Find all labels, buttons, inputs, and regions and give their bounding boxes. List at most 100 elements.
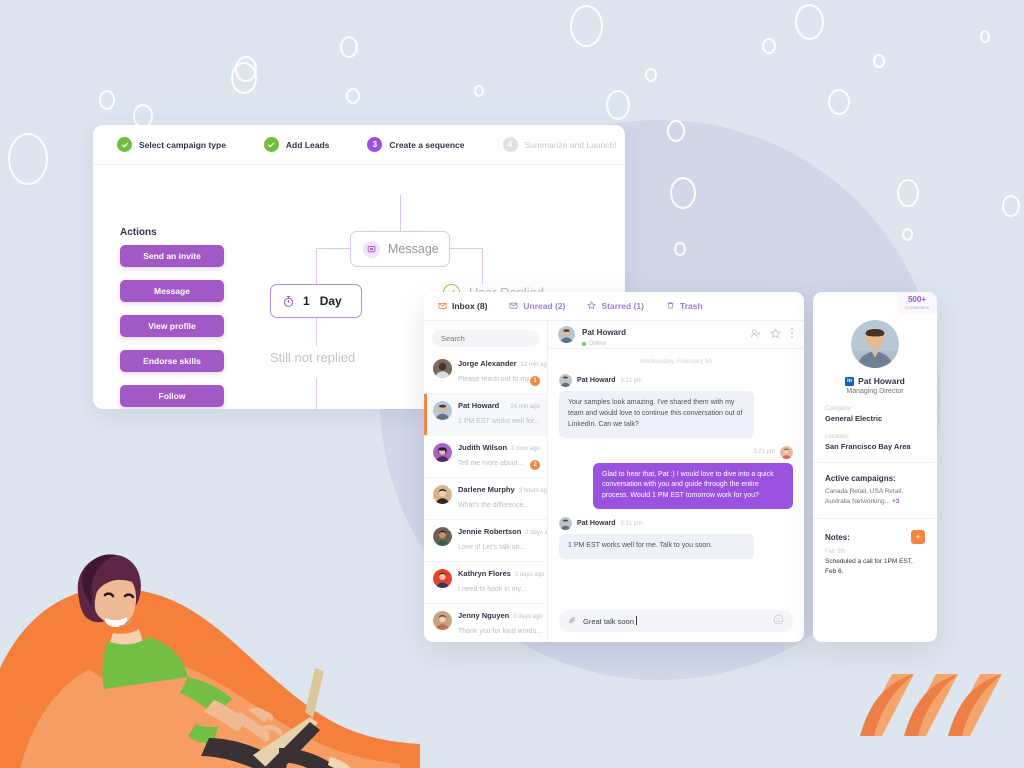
paperclip-icon[interactable] xyxy=(568,612,577,630)
avatar xyxy=(559,374,572,387)
list-item-main: Jorge Alexander 12 min ago Please reach … xyxy=(458,359,547,386)
message-meta: Pat Howard 3:21 pm xyxy=(559,517,793,531)
chat-header-status-label: Online xyxy=(589,341,607,347)
inbox-icon xyxy=(438,297,447,315)
envelope-icon xyxy=(509,297,518,315)
avatar xyxy=(433,359,452,378)
tab-unread[interactable]: Unread (2) xyxy=(509,297,565,315)
list-item[interactable]: Jorge Alexander 12 min ago Please reach … xyxy=(424,352,547,394)
lead-profile-panel: 500+ connections in Pat Howard Managing … xyxy=(813,292,937,642)
contact-name: Darlene Murphy xyxy=(458,485,515,494)
stepper-step-label: Add Leads xyxy=(285,139,330,150)
list-item-top: Jennie Robertson 2 days ago xyxy=(458,527,547,536)
list-item-top: Judith Wilson 1 hour ago xyxy=(458,443,540,452)
online-indicator xyxy=(448,485,452,489)
contact-name: Kathryn Flores xyxy=(458,569,511,578)
conversation-list[interactable]: Jorge Alexander 12 min ago Please reach … xyxy=(424,352,547,642)
stepper-step-add-leads[interactable]: Add Leads xyxy=(263,137,330,152)
chat-messages[interactable]: Wednesday, February 5h Pat Howard 3:21 p… xyxy=(548,349,804,603)
action-chip-view-profile[interactable]: View profile xyxy=(120,315,224,337)
contact-name: Judith Wilson xyxy=(458,443,508,452)
contact-time: 3 hours ago xyxy=(518,488,547,494)
field-label: Company: xyxy=(825,406,853,412)
notes-title: Notes: xyxy=(825,532,850,542)
action-chip-send-an-invite[interactable]: Send an invite xyxy=(120,245,224,267)
flow-node-message[interactable]: Message xyxy=(350,231,450,267)
bg-circle xyxy=(8,133,48,185)
message-author: Pat Howard xyxy=(577,377,616,384)
message-meta: Pat Howard 3:21 pm xyxy=(559,374,793,387)
bg-circle xyxy=(795,4,824,40)
composer-input[interactable]: Great talk soon xyxy=(583,616,637,626)
flow-node-delay[interactable]: 1 Day xyxy=(270,284,362,318)
list-item[interactable]: Judith Wilson 1 hour ago Tell me more ab… xyxy=(424,436,547,478)
list-item[interactable]: Jennie Robertson 2 days ago Love it! Let… xyxy=(424,520,547,562)
search-wrap xyxy=(424,321,547,352)
active-campaigns-section: Active campaigns: Canada Retail, USA Ret… xyxy=(813,474,937,507)
plus-icon[interactable]: + xyxy=(911,530,925,545)
contact-time: 2 days ago xyxy=(525,530,547,536)
campaigns-more-link[interactable]: +3 xyxy=(892,498,899,505)
message-meta: 3:21 pm xyxy=(753,445,793,459)
avatar xyxy=(780,445,793,459)
stepper-step-select-campaign-type[interactable]: Select campaign type xyxy=(117,137,226,152)
active-campaigns-title: Active campaigns: xyxy=(825,474,896,483)
online-indicator xyxy=(448,527,452,531)
list-item[interactable]: Pat Howard 24 min ago 1 PM EST works wel… xyxy=(424,394,547,436)
tab-label: Trash xyxy=(679,301,703,311)
list-item-main: Jenny Nguyen 3 days ago Thank you for ki… xyxy=(458,611,543,638)
tab-trash[interactable]: Trash xyxy=(666,297,703,315)
star-icon[interactable] xyxy=(770,326,781,344)
list-item[interactable]: Kathryn Flores 2 days ago I need to hook… xyxy=(424,562,547,604)
emoji-icon[interactable] xyxy=(773,612,784,630)
inbox-tabs: Inbox (8) Unread (2) Starred (1) Trash xyxy=(424,292,804,321)
bg-circle xyxy=(667,120,685,142)
message-bubble: 1 PM EST works well for me. Talk to you … xyxy=(559,534,754,559)
message-time: 3:21 pm xyxy=(620,520,643,527)
bg-circle xyxy=(674,242,686,256)
list-item-main: Judith Wilson 1 hour ago Tell me more ab… xyxy=(458,443,540,470)
contact-time: 12 min ago xyxy=(520,362,548,368)
stepper-step-label: Create a sequence xyxy=(389,139,465,150)
action-chip-follow[interactable]: Follow xyxy=(120,385,224,407)
message-composer[interactable]: Great talk soon xyxy=(559,610,793,632)
tab-inbox[interactable]: Inbox (8) xyxy=(438,297,487,315)
bg-circle xyxy=(340,36,358,58)
list-item-top: Darlene Murphy 3 hours ago xyxy=(458,485,547,494)
list-item[interactable]: Darlene Murphy 3 hours ago What's the di… xyxy=(424,478,547,520)
step-number-badge: 3 xyxy=(367,137,383,152)
bg-circle xyxy=(99,90,115,110)
stepper-step-create-a-sequence[interactable]: 3 Create a sequence xyxy=(367,137,465,152)
contact-snippet: 1 PM EST works well for... xyxy=(458,418,540,425)
bg-circle xyxy=(873,54,885,68)
connector-delay-to-label xyxy=(316,318,318,346)
action-chip-message[interactable]: Message xyxy=(120,280,224,302)
active-campaigns-text: Canada Retail, USA Retail, Australia Net… xyxy=(825,487,925,507)
list-item-main: Jennie Robertson 2 days ago Love it! Let… xyxy=(458,527,547,554)
list-item[interactable]: Jenny Nguyen 3 days ago Thank you for ki… xyxy=(424,604,547,642)
connections-badge: 500+ connections xyxy=(897,292,937,314)
stepper-step-summarize-and-launch[interactable]: 4 Summarize and Launch! xyxy=(502,137,617,152)
list-item-main: Darlene Murphy 3 hours ago What's the di… xyxy=(458,485,547,512)
connector-branch-left-down xyxy=(316,248,318,284)
tab-starred[interactable]: Starred (1) xyxy=(587,297,644,315)
text-caret xyxy=(635,616,637,625)
list-item-top: Pat Howard 24 min ago xyxy=(458,401,540,410)
stepper-step-label: Summarize and Launch! xyxy=(524,139,617,150)
avatar xyxy=(433,569,452,588)
divider xyxy=(813,462,937,463)
tab-label: Inbox (8) xyxy=(452,301,488,311)
action-chip-endorse-skills[interactable]: Endorse skills xyxy=(120,350,224,372)
contact-name: Jorge Alexander xyxy=(458,359,517,368)
profile-role: Managing Director xyxy=(846,388,904,395)
message-row-outgoing: 3:21 pm Glad to hear that, Pat :) I woul… xyxy=(559,445,793,510)
bg-circle xyxy=(762,38,776,54)
list-item-main: Pat Howard 24 min ago 1 PM EST works wel… xyxy=(458,401,540,428)
search-input[interactable] xyxy=(432,330,539,347)
message-row-incoming: Pat Howard 3:21 pm 1 PM EST works well f… xyxy=(559,517,793,559)
add-person-icon[interactable] xyxy=(750,326,761,344)
divider xyxy=(813,518,937,520)
three-stroke-logo xyxy=(860,674,1002,736)
more-vertical-icon[interactable] xyxy=(790,326,794,344)
trash-icon xyxy=(666,297,675,315)
